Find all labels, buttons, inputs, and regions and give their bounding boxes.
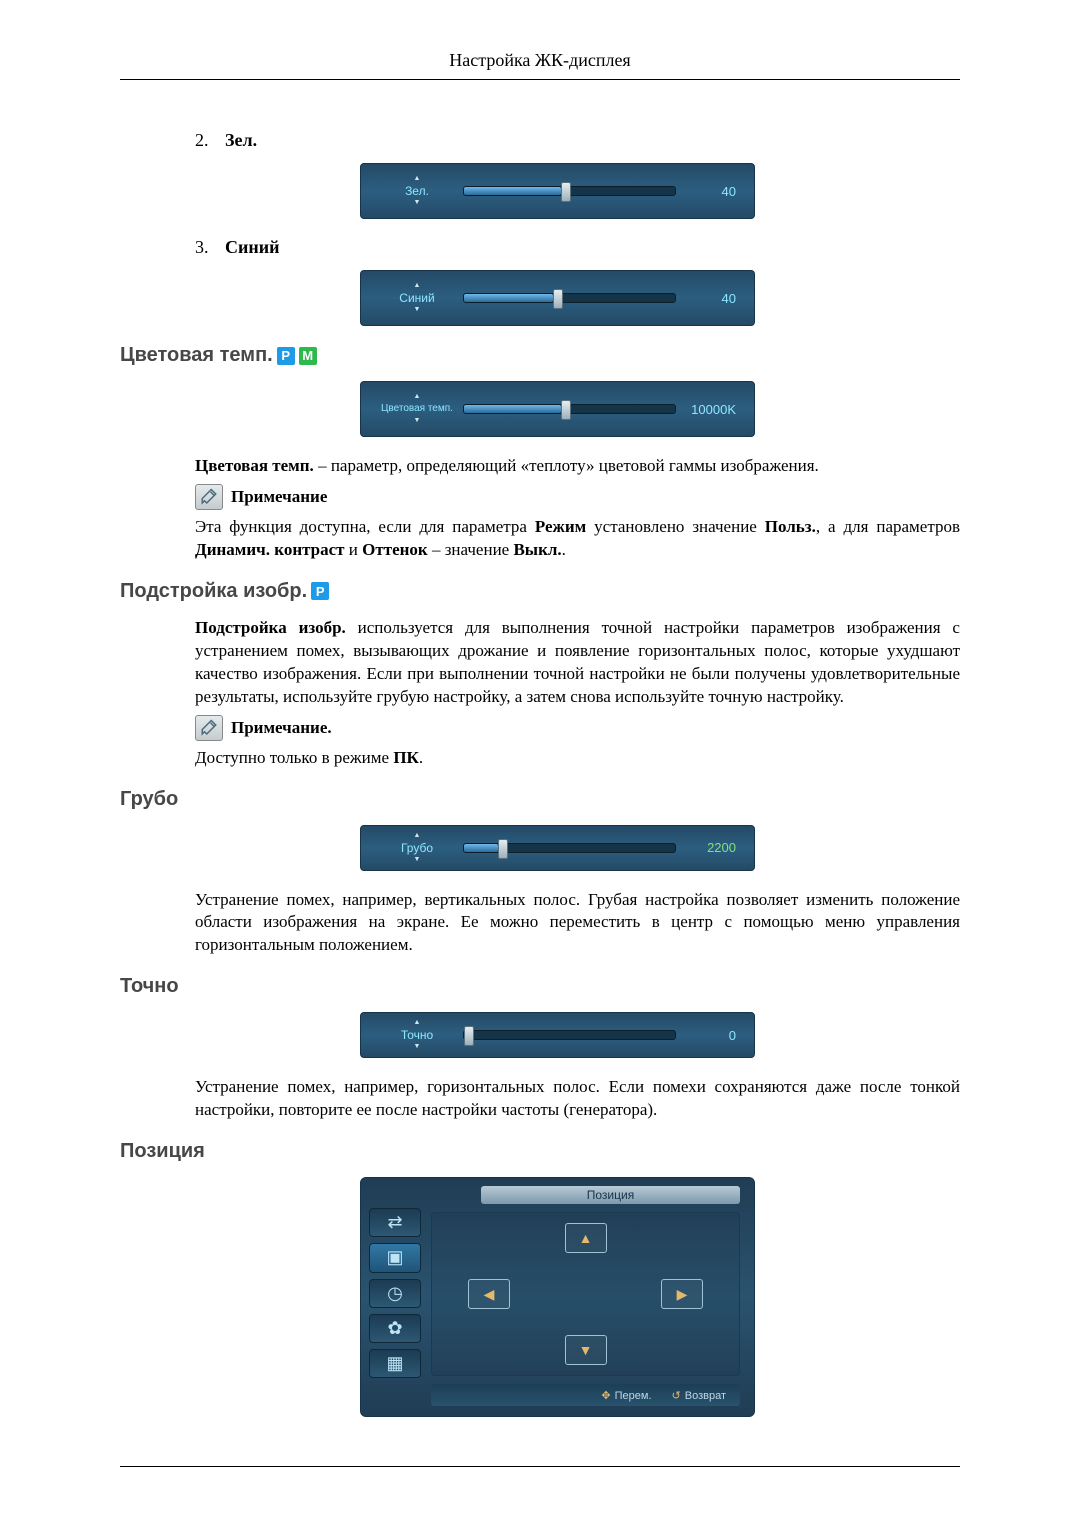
note-block: Примечание. xyxy=(195,715,960,741)
heading-image-adjust: Подстройка изобр. P xyxy=(120,580,960,603)
position-up-button[interactable]: ▲ xyxy=(565,1223,607,1253)
slider-thumb[interactable] xyxy=(553,289,563,309)
slider-track[interactable] xyxy=(463,293,676,303)
list-label: Синий xyxy=(225,237,279,258)
menu-sidebar: ⇄ ▣ ◷ ✿ ▦ xyxy=(369,1208,421,1378)
note-label: Примечание xyxy=(231,487,327,507)
fine-description: Устранение помех, например, горизонтальн… xyxy=(195,1076,960,1122)
slider-blue: Синий 40 xyxy=(360,270,755,326)
slider-value: 40 xyxy=(688,184,736,199)
heading-text: Подстройка изобр. xyxy=(120,580,307,603)
side-multi-icon[interactable]: ▦ xyxy=(369,1349,421,1378)
note-label: Примечание. xyxy=(231,718,332,738)
image-adjust-description: Подстройка изобр. используется для выпол… xyxy=(195,617,960,709)
position-controls: ▲ ◀ ▶ ▼ xyxy=(431,1212,740,1376)
position-right-button[interactable]: ▶ xyxy=(661,1279,703,1309)
badge-p-icon: P xyxy=(311,582,329,600)
list-number: 3. xyxy=(195,237,225,258)
slider-fine: Точно 0 xyxy=(360,1012,755,1058)
list-number: 2. xyxy=(195,130,225,151)
side-setup-icon[interactable]: ✿ xyxy=(369,1314,421,1343)
slider-thumb[interactable] xyxy=(498,839,508,859)
heading-text: Точно xyxy=(120,975,179,998)
slider-label: Точно xyxy=(371,1017,463,1053)
slider-value: 0 xyxy=(688,1028,736,1043)
move-hint-icon: ✥ xyxy=(601,1389,610,1402)
slider-track[interactable] xyxy=(463,843,676,853)
slider-label: Синий xyxy=(371,280,463,316)
return-hint-label: Возврат xyxy=(685,1390,726,1402)
menu-title: Позиция xyxy=(481,1186,740,1204)
badge-m-icon: M xyxy=(299,347,317,365)
heading-text: Цветовая темп. xyxy=(120,344,273,367)
coarse-description: Устранение помех, например, вертикальных… xyxy=(195,889,960,958)
slider-track[interactable] xyxy=(463,1030,676,1040)
position-menu: Позиция ⇄ ▣ ◷ ✿ ▦ ▲ ◀ ▶ ▼ ✥ Перем. ↺ Возвр… xyxy=(360,1177,755,1417)
move-hint-label: Перем. xyxy=(615,1390,652,1402)
note-block: Примечание xyxy=(195,484,960,510)
heading-color-temp: Цветовая темп. P M xyxy=(120,344,960,367)
heading-text: Позиция xyxy=(120,1140,205,1163)
slider-track[interactable] xyxy=(463,404,676,414)
color-list-item-blue: 3. Синий xyxy=(195,237,960,258)
image-adjust-note-text: Доступно только в режиме ПК. xyxy=(195,747,960,770)
slider-label: Грубо xyxy=(371,830,463,866)
color-list-item-green: 2. Зел. xyxy=(195,130,960,151)
slider-value: 40 xyxy=(688,291,736,306)
note-icon xyxy=(195,715,223,741)
slider-label: Зел. xyxy=(371,173,463,209)
side-picture-icon[interactable]: ▣ xyxy=(369,1243,421,1272)
slider-thumb[interactable] xyxy=(561,182,571,202)
heading-coarse: Грубо xyxy=(120,788,960,811)
slider-thumb[interactable] xyxy=(464,1026,474,1046)
footer-rule xyxy=(120,1466,960,1467)
slider-thumb[interactable] xyxy=(561,400,571,420)
note-icon xyxy=(195,484,223,510)
color-temp-note-text: Эта функция доступна, если для параметра… xyxy=(195,516,960,562)
slider-coarse: Грубо 2200 xyxy=(360,825,755,871)
heading-fine: Точно xyxy=(120,975,960,998)
color-temp-description: Цветовая темп. – параметр, определяющий … xyxy=(195,455,960,478)
slider-green: Зел. 40 xyxy=(360,163,755,219)
slider-value: 10000K xyxy=(688,402,736,417)
menu-footer-hints: ✥ Перем. ↺ Возврат xyxy=(431,1384,740,1406)
slider-label: Цветовая темп. xyxy=(371,391,463,427)
side-input-icon[interactable]: ⇄ xyxy=(369,1208,421,1237)
slider-color-temp: Цветовая темп. 10000K xyxy=(360,381,755,437)
heading-text: Грубо xyxy=(120,788,178,811)
page-header-title: Настройка ЖК-дисплея xyxy=(120,50,960,71)
heading-position: Позиция xyxy=(120,1140,960,1163)
position-left-button[interactable]: ◀ xyxy=(468,1279,510,1309)
list-label: Зел. xyxy=(225,130,257,151)
position-down-button[interactable]: ▼ xyxy=(565,1335,607,1365)
badge-p-icon: P xyxy=(277,347,295,365)
slider-value: 2200 xyxy=(688,840,736,855)
slider-track[interactable] xyxy=(463,186,676,196)
return-hint-icon: ↺ xyxy=(672,1389,681,1402)
side-clock-icon[interactable]: ◷ xyxy=(369,1279,421,1308)
